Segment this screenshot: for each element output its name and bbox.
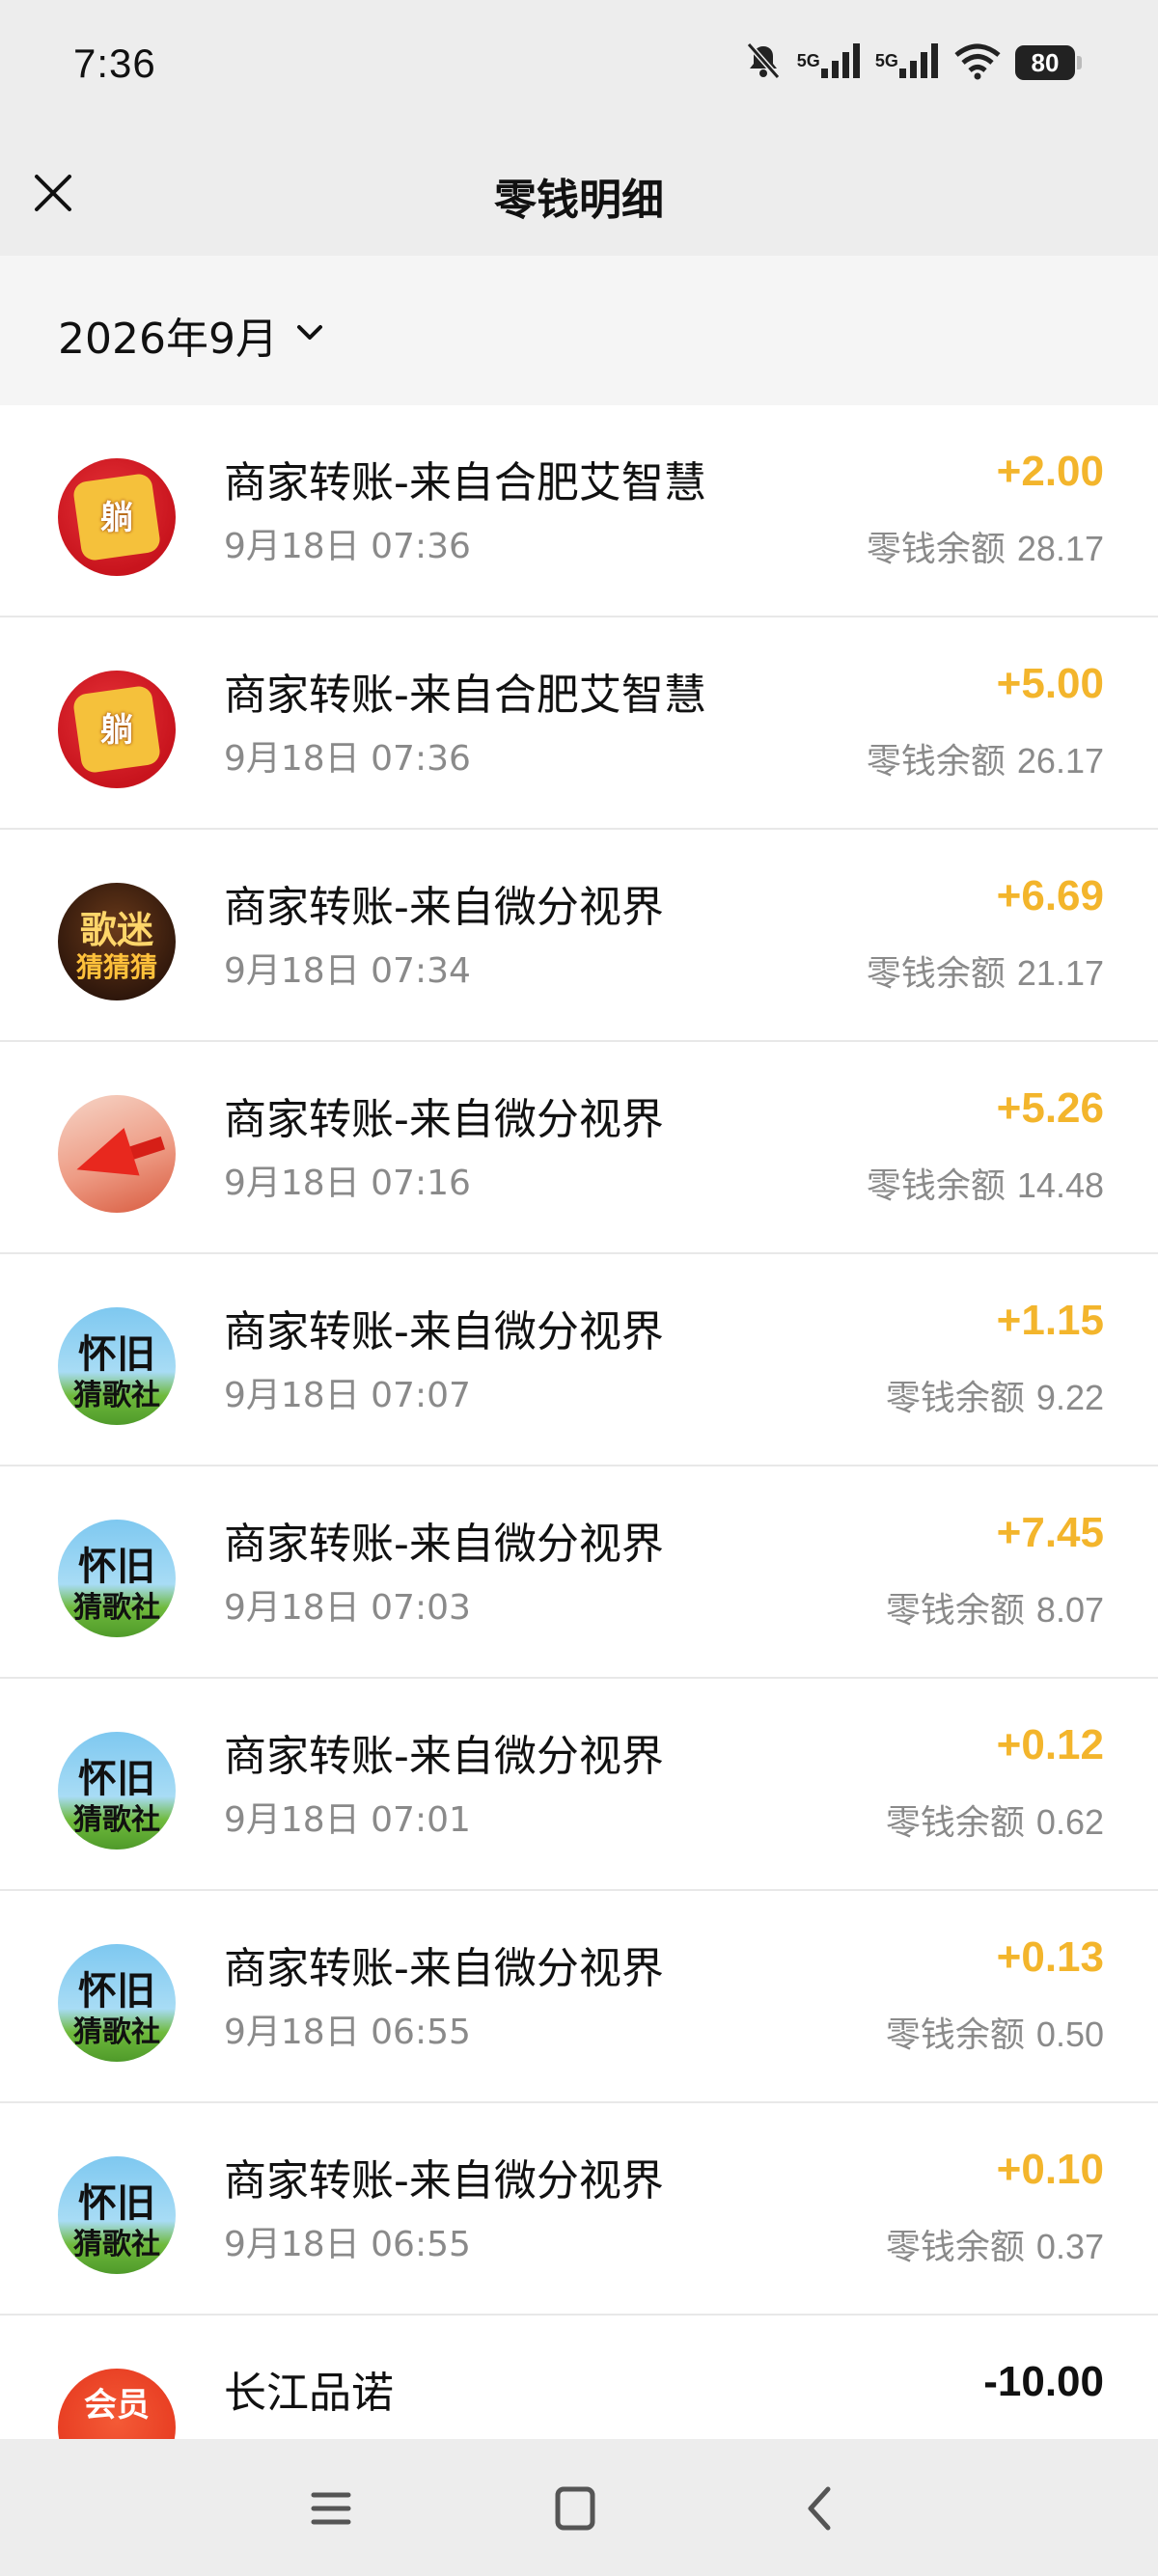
transaction-title: 商家转账-来自微分视界 <box>224 2156 664 2206</box>
transaction-row[interactable]: 商家转账-来自微分视界 9月18日 07:16 +5.26 零钱余额 14.48 <box>0 1042 1158 1254</box>
mute-icon <box>743 41 784 85</box>
balance-value: 26.17 <box>1016 741 1104 781</box>
transaction-row[interactable]: 怀旧 猜歌社 商家转账-来自微分视界 9月18日 07:03 +7.45 零钱余额… <box>0 1466 1158 1679</box>
transaction-time: 9月18日 06:55 <box>224 2013 471 2052</box>
wifi-icon <box>953 41 1002 84</box>
transaction-amount: +0.12 <box>996 1721 1104 1768</box>
merchant-avatar: 怀旧 猜歌社 <box>58 1307 176 1425</box>
transaction-time: 9月18日 06:55 <box>224 2225 471 2264</box>
transaction-amount: +6.69 <box>996 872 1104 919</box>
balance-label: 零钱余额 <box>866 1166 1006 1206</box>
transaction-row[interactable]: 躺 商家转账-来自合肥艾智慧 9月18日 07:36 +2.00 零钱余额 28.… <box>0 405 1158 617</box>
month-filter-bar: 2026年9月 <box>0 256 1158 405</box>
transaction-row[interactable]: 歌迷 猜猜猜 商家转账-来自微分视界 9月18日 07:34 +6.69 零钱余额… <box>0 830 1158 1042</box>
merchant-avatar <box>58 1095 176 1213</box>
balance-value: 21.17 <box>1016 953 1104 993</box>
transaction-time: 9月18日 07:01 <box>224 1800 471 1840</box>
balance-value: 28.17 <box>1016 529 1104 568</box>
transaction-amount: +1.15 <box>996 1297 1104 1344</box>
balance-value: 9.22 <box>1035 1378 1104 1417</box>
transaction-row[interactable]: 怀旧 猜歌社 商家转账-来自微分视界 9月18日 07:07 +1.15 零钱余额… <box>0 1254 1158 1466</box>
merchant-avatar: 躺 <box>58 671 176 788</box>
status-time: 7:36 <box>73 41 156 86</box>
month-selector[interactable]: 2026年9月 <box>58 304 324 366</box>
transaction-title: 商家转账-来自微分视界 <box>224 1307 664 1357</box>
app-header: 零钱明细 <box>0 140 1158 256</box>
balance-label: 零钱余额 <box>885 1379 1025 1418</box>
balance-after: 零钱余额 9.22 <box>886 1370 1104 1420</box>
balance-value: 0.37 <box>1035 2227 1104 2266</box>
balance-value: 0.50 <box>1035 2014 1104 2054</box>
balance-value: 0.62 <box>1035 1802 1104 1842</box>
balance-label: 零钱余额 <box>885 2228 1025 2267</box>
balance-label: 零钱余额 <box>866 530 1006 569</box>
merchant-avatar: 怀旧 猜歌社 <box>58 2156 176 2274</box>
transaction-amount: +2.00 <box>996 448 1104 495</box>
battery-indicator: 80 <box>1015 45 1082 80</box>
chevron-down-icon <box>295 322 324 347</box>
system-nav-bar <box>0 2439 1158 2576</box>
transaction-time: 9月18日 07:36 <box>224 739 471 779</box>
transaction-title: 商家转账-来自微分视界 <box>224 1732 664 1781</box>
home-icon[interactable] <box>546 2481 604 2535</box>
balance-after: 零钱余额 21.17 <box>867 945 1104 996</box>
status-icons: 5G 5G 80 <box>743 39 1082 87</box>
transaction-list: 躺 商家转账-来自合肥艾智慧 9月18日 07:36 +2.00 零钱余额 28.… <box>0 405 1158 2528</box>
transaction-amount: +0.10 <box>996 2146 1104 2193</box>
transaction-time: 9月18日 07:16 <box>224 1164 471 1203</box>
transaction-row[interactable]: 怀旧 猜歌社 商家转账-来自微分视界 9月18日 07:01 +0.12 零钱余额… <box>0 1679 1158 1891</box>
transaction-title: 商家转账-来自微分视界 <box>224 1944 664 1993</box>
balance-label: 零钱余额 <box>885 1591 1025 1631</box>
transaction-amount: +7.45 <box>996 1509 1104 1556</box>
transaction-amount: +0.13 <box>996 1933 1104 1981</box>
transaction-title: 商家转账-来自合肥艾智慧 <box>224 458 706 507</box>
balance-after: 零钱余额 0.50 <box>886 2007 1104 2057</box>
transaction-title: 商家转账-来自合肥艾智慧 <box>224 671 706 720</box>
transaction-title: 长江品诺 <box>224 2369 394 2418</box>
transaction-time: 9月18日 07:36 <box>224 527 471 566</box>
transaction-amount: +5.00 <box>996 660 1104 707</box>
transaction-title: 商家转账-来自微分视界 <box>224 1520 664 1569</box>
back-icon[interactable] <box>791 2481 849 2535</box>
transaction-row[interactable]: 躺 商家转账-来自合肥艾智慧 9月18日 07:36 +5.00 零钱余额 26.… <box>0 617 1158 830</box>
signal-icon-2: 5G <box>875 41 940 85</box>
transaction-title: 商家转账-来自微分视界 <box>224 1095 664 1144</box>
balance-label: 零钱余额 <box>866 954 1006 994</box>
merchant-avatar: 怀旧 猜歌社 <box>58 1944 176 2062</box>
balance-label: 零钱余额 <box>885 2015 1025 2055</box>
status-bar: 7:36 5G 5G 80 <box>0 0 1158 140</box>
merchant-avatar: 躺 <box>58 458 176 576</box>
transaction-row[interactable]: 怀旧 猜歌社 商家转账-来自微分视界 9月18日 06:55 +0.10 零钱余额… <box>0 2103 1158 2316</box>
balance-value: 14.48 <box>1016 1165 1104 1205</box>
balance-after: 零钱余额 26.17 <box>867 733 1104 783</box>
page-title: 零钱明细 <box>494 176 664 225</box>
menu-icon[interactable] <box>302 2481 360 2535</box>
balance-after: 零钱余额 28.17 <box>867 521 1104 571</box>
transaction-time: 9月18日 07:07 <box>224 1376 471 1415</box>
balance-after: 零钱余额 14.48 <box>867 1158 1104 1208</box>
signal-icon: 5G <box>797 41 862 85</box>
merchant-avatar: 怀旧 猜歌社 <box>58 1520 176 1637</box>
transaction-time: 9月18日 07:03 <box>224 1588 471 1628</box>
balance-after: 零钱余额 0.37 <box>886 2219 1104 2269</box>
balance-label: 零钱余额 <box>885 1803 1025 1843</box>
transaction-row[interactable]: 怀旧 猜歌社 商家转账-来自微分视界 9月18日 06:55 +0.13 零钱余额… <box>0 1891 1158 2103</box>
merchant-avatar: 歌迷 猜猜猜 <box>58 883 176 1000</box>
merchant-avatar: 怀旧 猜歌社 <box>58 1732 176 1850</box>
month-label: 2026年9月 <box>58 315 278 364</box>
transaction-time: 9月18日 07:34 <box>224 951 471 991</box>
transaction-amount: +5.26 <box>996 1084 1104 1132</box>
balance-label: 零钱余额 <box>866 742 1006 781</box>
balance-after: 零钱余额 0.62 <box>886 1795 1104 1845</box>
network-label: 5G <box>796 50 820 70</box>
transaction-amount: -10.00 <box>983 2358 1104 2405</box>
balance-value: 8.07 <box>1035 1590 1104 1630</box>
transaction-title: 商家转账-来自微分视界 <box>224 883 664 932</box>
network-label-2: 5G <box>874 50 898 70</box>
balance-after: 零钱余额 8.07 <box>886 1582 1104 1632</box>
